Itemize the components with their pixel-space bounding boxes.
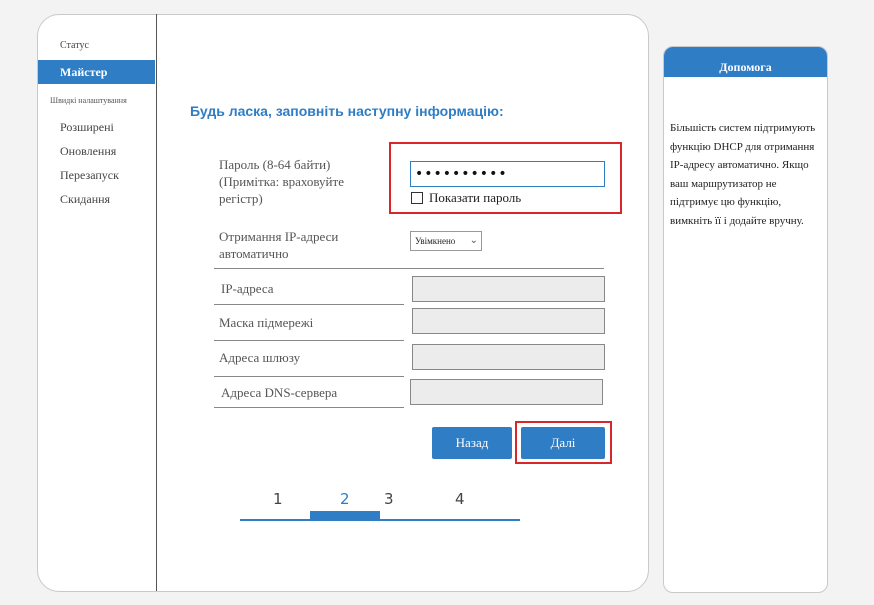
page-title: Будь ласка, заповніть наступну інформаці… — [190, 103, 504, 119]
show-password-checkbox[interactable] — [411, 192, 423, 204]
chevron-down-icon: ⌄ — [469, 235, 478, 246]
auto-ip-label: Отримання IP-адреси — [219, 229, 339, 244]
gateway-label: Адреса шлюзу — [219, 350, 301, 365]
row-divider — [214, 340, 404, 341]
step-progress-indicator — [310, 511, 380, 520]
auto-ip-select[interactable]: Увімкнено ⌄ — [410, 231, 482, 251]
step-progress-line — [240, 519, 520, 521]
sidebar-item-update[interactable]: Оновлення — [60, 144, 116, 159]
password-field[interactable]: •••••••••• — [410, 161, 605, 187]
row-divider — [214, 268, 604, 269]
show-password-label[interactable]: Показати пароль — [429, 190, 521, 206]
password-label: Пароль (8-64 байти) — [219, 157, 331, 172]
back-button[interactable]: Назад — [432, 427, 512, 459]
step-1: 1 — [273, 490, 283, 508]
help-title: Допомога — [664, 47, 827, 77]
sidebar-item-reboot[interactable]: Перезапуск — [60, 168, 119, 183]
subnet-mask-field[interactable] — [412, 308, 605, 334]
ip-address-field[interactable] — [412, 276, 605, 302]
row-divider — [214, 304, 404, 305]
sidebar-item-quick-settings[interactable]: Швидкі налаштування — [50, 96, 127, 105]
auto-ip-label-cont: автоматично — [219, 246, 289, 261]
sidebar-item-reset[interactable]: Скидання — [60, 192, 110, 207]
dns-label: Адреса DNS-сервера — [221, 385, 338, 400]
subnet-mask-label: Маска підмережі — [219, 315, 314, 330]
password-note-label: (Примітка: враховуйте — [219, 174, 344, 189]
row-divider — [214, 407, 404, 408]
sidebar-item-status[interactable]: Статус — [60, 40, 89, 51]
next-highlight-box — [515, 421, 612, 464]
step-3: 3 — [384, 490, 394, 508]
gateway-field[interactable] — [412, 344, 605, 370]
help-text: Більшість систем підтримують функцію DHC… — [670, 122, 816, 227]
sidebar-item-advanced[interactable]: Розширені — [60, 120, 114, 135]
auto-ip-select-value: Увімкнено — [415, 236, 456, 246]
dns-field[interactable] — [410, 379, 603, 405]
sidebar-divider — [156, 14, 157, 591]
sidebar-item-wizard[interactable]: Майстер — [38, 60, 155, 84]
ip-address-label: IP-адреса — [221, 281, 274, 296]
row-divider — [214, 376, 404, 377]
step-2: 2 — [340, 490, 350, 508]
password-note-label-cont: регістр) — [219, 191, 263, 206]
step-4: 4 — [455, 490, 465, 508]
